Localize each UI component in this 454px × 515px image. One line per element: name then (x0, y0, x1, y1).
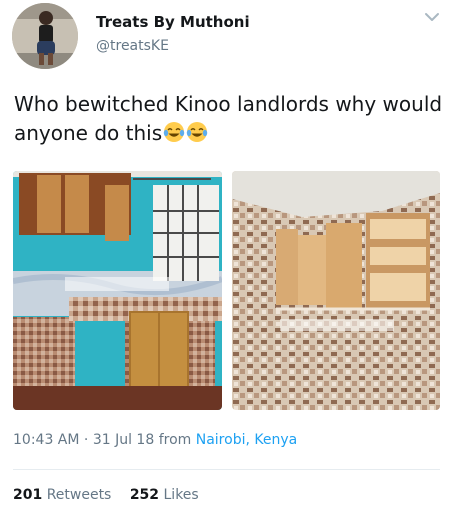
from-label: from (158, 432, 192, 448)
kitchen-photo (13, 171, 222, 410)
tweet-time: 10:43 AM (13, 432, 80, 448)
tears-of-joy-emoji-icon (186, 122, 208, 142)
tweet-text: Who bewitched Kinoo landlords why would … (14, 90, 444, 148)
tweet-photo-kitchen[interactable] (13, 171, 222, 410)
tweet-text-body: Who bewitched Kinoo landlords why would … (14, 92, 443, 145)
tweet-timestamp[interactable]: 10:43 AM · 31 Jul 18 from Nairobi, Kenya (13, 432, 297, 448)
tears-of-joy-emoji-icon (163, 122, 185, 142)
avatar[interactable] (12, 3, 78, 69)
divider (13, 469, 440, 470)
engagement-stats: 201 Retweets 252 Likes (13, 487, 213, 503)
chevron-down-icon[interactable] (423, 10, 441, 24)
likes-stat[interactable]: 252 Likes (130, 487, 199, 503)
retweets-stat[interactable]: 201 Retweets (13, 487, 111, 503)
tweet-photo-tiled-room[interactable] (232, 171, 440, 410)
likes-label: Likes (163, 487, 199, 503)
likes-count: 252 (129, 487, 160, 503)
retweets-count: 201 (13, 487, 43, 503)
user-handle[interactable]: @treatsKE (96, 38, 169, 54)
tweet-date: 31 Jul 18 (92, 432, 155, 448)
retweets-label: Retweets (46, 487, 112, 503)
separator-dot: · (83, 432, 89, 448)
display-name[interactable]: Treats By Muthoni (96, 13, 250, 31)
tweet-location-link[interactable]: Nairobi, Kenya (196, 432, 297, 448)
tiled-room-photo (232, 171, 440, 410)
avatar-photo (12, 3, 78, 69)
